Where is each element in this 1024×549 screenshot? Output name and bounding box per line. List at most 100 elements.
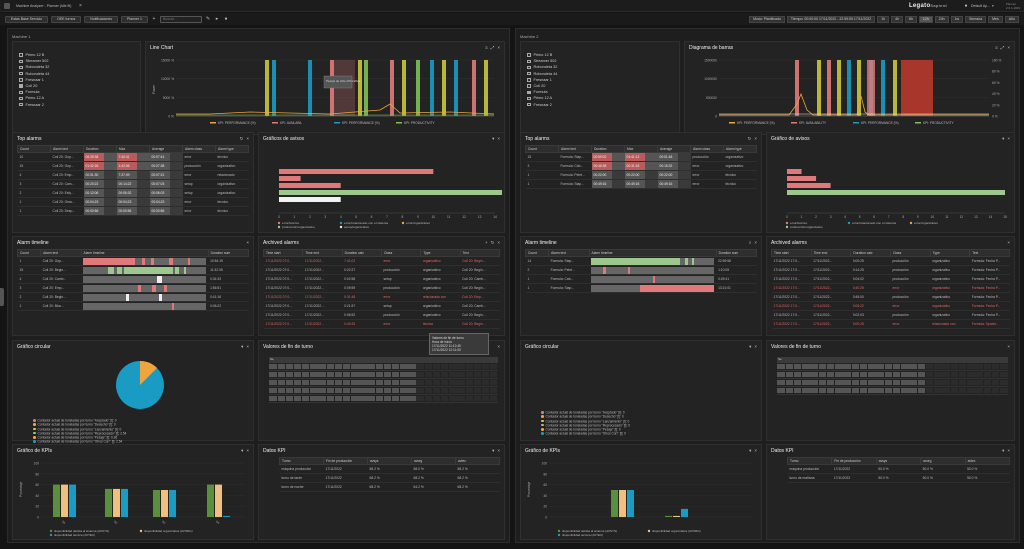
range-1h-button[interactable]: 1h xyxy=(877,15,890,23)
machine-checkbox[interactable] xyxy=(19,96,23,101)
table-row[interactable]: 3 Coil 20: Cam... 00:20:22 00:14:22 00:07:03… xyxy=(17,179,249,189)
filter-icon[interactable]: ▾ xyxy=(1002,448,1004,454)
range-year-button[interactable]: Año xyxy=(1004,15,1019,23)
column-header[interactable]: Time end xyxy=(302,249,343,257)
column-header[interactable]: Alarm text xyxy=(40,249,82,257)
table-row[interactable]: turno de mañana 17/11/2022 50.0 % 50.0 % 50.… xyxy=(787,473,1010,483)
machine-checkbox[interactable] xyxy=(19,78,23,82)
close-icon[interactable]: × xyxy=(754,136,757,142)
column-header[interactable]: Turno xyxy=(279,457,324,465)
range-12h-button[interactable]: 12h xyxy=(918,15,933,23)
machine-checkbox[interactable] xyxy=(19,71,23,76)
tab-1[interactable]: OEE turnos xyxy=(51,15,82,23)
machine-checkbox[interactable] xyxy=(527,59,531,64)
table-row[interactable]: 17/11/2022 17:0... 17/11/2022... 0:00:25 pr… xyxy=(771,256,1010,266)
column-header[interactable]: Average xyxy=(657,145,691,153)
column-header[interactable]: Average xyxy=(149,145,183,153)
column-header[interactable]: Alarm type xyxy=(215,145,249,153)
range-4h-button[interactable]: 4h xyxy=(891,15,904,23)
close-icon[interactable]: × xyxy=(497,240,500,246)
column-header[interactable]: Count xyxy=(17,145,51,153)
machine-checkbox[interactable] xyxy=(527,102,531,107)
column-header[interactable]: Duration calc xyxy=(341,249,382,257)
table-row[interactable]: 17/11/2022 17:0... 17/11/2022... 0:40:25 er… xyxy=(771,283,1010,293)
machine-checkbox[interactable] xyxy=(19,84,23,88)
table-row[interactable]: 17/11/2022 07:0... 17/11/2022... 0:21:57 se… xyxy=(263,301,500,311)
search-icon[interactable]: ⌕ xyxy=(749,240,752,245)
play-icon[interactable]: ▸ xyxy=(214,16,220,22)
machine-checkbox[interactable] xyxy=(527,90,531,95)
close-icon[interactable]: × xyxy=(754,240,757,245)
column-header[interactable]: Duration sum xyxy=(715,249,758,257)
refresh-icon[interactable]: ↻ xyxy=(748,136,752,142)
refresh-icon[interactable]: ↻ xyxy=(240,136,244,142)
timeline-row[interactable]: 15 Coil 20: Begin... 11:32:35 xyxy=(17,265,249,275)
column-header[interactable]: Count xyxy=(16,249,42,257)
column-header[interactable]: avsys xyxy=(367,457,412,465)
filter-icon[interactable]: ▾ xyxy=(749,344,751,350)
close-icon[interactable]: × xyxy=(1007,45,1010,50)
fullscreen-icon[interactable]: ⤢ xyxy=(491,45,495,50)
close-tab-icon[interactable]: × xyxy=(77,3,83,9)
filter-icon[interactable]: ≡ xyxy=(995,45,998,50)
close-icon[interactable]: × xyxy=(497,45,500,50)
edit-icon[interactable]: ✎ xyxy=(205,16,211,22)
table-row[interactable]: 1 Formula: Stap... 00:49:16 00:49:16 00:49:1… xyxy=(525,179,757,189)
timeline-bar[interactable] xyxy=(591,284,715,292)
table-row[interactable]: 17/11/2022 07:0... 17/11/2022... 0:22:27 pr… xyxy=(263,265,500,275)
timeline-row[interactable]: 1 Coil 20: Gop... 10:54:19 xyxy=(17,256,249,266)
filter-icon[interactable]: ▾ xyxy=(241,344,243,350)
machine-checkbox[interactable] xyxy=(527,78,531,82)
table-row[interactable]: 15 Coil 20: Gop... 01:32:26 1:42:06 00:07:38… xyxy=(17,161,249,171)
timeline-bar[interactable] xyxy=(591,275,715,283)
filter-icon[interactable]: ▾ xyxy=(749,448,751,454)
table-row[interactable]: máquina producción 17/11/2022 50.0 % 50.0 %… xyxy=(787,464,1010,474)
machine-checkbox[interactable] xyxy=(527,96,531,101)
table-row[interactable]: 17/11/2022 07:0... 17/11/2022... 0:40:33 er… xyxy=(263,319,500,329)
table-row[interactable]: 3 Formula: Cab... 00:46:38 00:31:18 00:15:32… xyxy=(525,161,757,171)
column-header[interactable]: Text xyxy=(969,249,1010,257)
column-header[interactable]: Text xyxy=(459,249,501,257)
range-month-button[interactable]: Mes xyxy=(988,15,1003,23)
timeline-row[interactable]: 1 Coil 20: Bloc... 0:06:22 xyxy=(17,301,249,311)
add-tab-icon[interactable]: + xyxy=(151,16,157,22)
table-row[interactable]: 2 Coil 20: Esfy... 00:12:06 00:06:32 00:06:0… xyxy=(17,188,249,198)
timeline-row[interactable]: 1 Formula: Stap... 13:21:01 xyxy=(525,283,757,293)
machine-checkbox[interactable] xyxy=(19,53,23,57)
table-row[interactable]: turno de noche 17/11/2022 68.2 % 64.2 % 68.2… xyxy=(279,482,500,492)
machine-checkbox[interactable] xyxy=(19,65,23,70)
mode-select[interactable]: Modo: Planificado xyxy=(749,15,785,23)
close-icon[interactable]: × xyxy=(246,448,249,454)
timeline-bar[interactable] xyxy=(83,275,207,283)
close-icon[interactable]: × xyxy=(497,136,500,142)
machine-checkbox[interactable] xyxy=(527,84,531,88)
timeline-row[interactable]: 14 Formula: Stap... 22:59:58 xyxy=(525,256,757,266)
column-header[interactable]: Class xyxy=(889,249,931,257)
timeline-row[interactable]: 2 Formula: Pelet... 1:10:05 xyxy=(525,265,757,275)
column-header[interactable]: Count xyxy=(524,249,550,257)
column-header[interactable]: avorg xyxy=(920,457,966,465)
tab-3[interactable]: Planner 1 xyxy=(121,15,148,23)
timeline-bar[interactable] xyxy=(83,284,207,292)
range-8h-button[interactable]: 8h xyxy=(905,15,917,23)
table-row[interactable]: máquina producción 17/11/2022 58.2 % 58.0 %… xyxy=(279,464,500,474)
column-header[interactable]: avtec xyxy=(455,457,500,465)
add-icon[interactable]: + xyxy=(485,240,488,246)
timeline-bar[interactable] xyxy=(83,266,207,274)
column-header[interactable]: Alarm timeline xyxy=(80,249,209,257)
close-icon[interactable]: × xyxy=(1007,240,1010,245)
table-row[interactable]: 17/11/2022 07:0... 17/11/2022... 0:31:48 er… xyxy=(263,292,500,302)
sidebar-toggle[interactable] xyxy=(0,288,4,306)
table-row[interactable]: 17/11/2022 07:0... 17/11/2022... 0:06:52 pr… xyxy=(263,310,500,320)
close-icon[interactable]: × xyxy=(246,344,249,350)
user-menu[interactable]: ● Default Ap... ▾ xyxy=(963,3,993,9)
column-header[interactable]: Alarm text xyxy=(548,249,590,257)
machine-checkbox[interactable] xyxy=(527,65,531,70)
table-row[interactable]: 10 Coil 20: Gop... 06:39:38 7:40:41 00:07:41… xyxy=(17,152,249,162)
column-header[interactable]: Alarm text xyxy=(50,145,84,153)
table-row[interactable]: 17/11/2022 17:0... 17/11/2022... 0:14:25 pr… xyxy=(771,265,1010,275)
column-header[interactable]: Class xyxy=(380,249,422,257)
timeline-bar[interactable] xyxy=(83,257,207,265)
table-row[interactable]: 1 Formula: Pelet... 00:22:00 00:22:00 00:22:… xyxy=(525,170,757,180)
timeline-bar[interactable] xyxy=(591,266,715,274)
